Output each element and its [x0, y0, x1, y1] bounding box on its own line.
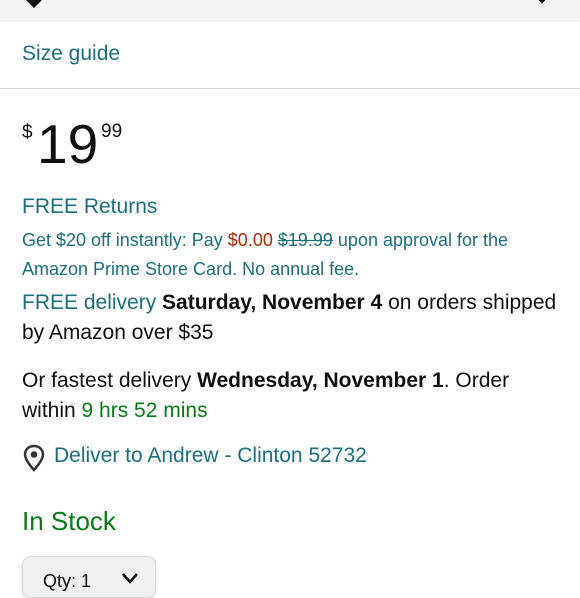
fastest-date: Wednesday, November 1	[197, 369, 444, 392]
partial-icon	[26, 0, 42, 8]
price-symbol: $	[22, 122, 33, 143]
chevron-down-icon	[122, 573, 138, 584]
price-fraction: 99	[101, 121, 123, 142]
promo-text[interactable]: Get $20 off instantly: Pay $0.00 $19.99 …	[22, 226, 552, 284]
deliver-to-label: Deliver to Andrew - Clinton 52732	[54, 444, 367, 467]
promo-prefix: Get $20 off instantly: Pay	[22, 230, 228, 250]
free-delivery-link[interactable]: FREE delivery	[22, 291, 156, 314]
location-pin-icon	[23, 444, 45, 472]
fastest-prefix: Or fastest delivery	[22, 369, 198, 392]
size-guide-link[interactable]: Size guide	[22, 42, 120, 66]
quantity-dropdown[interactable]: Qty: 1	[22, 556, 156, 598]
free-returns-link[interactable]: FREE Returns	[22, 195, 157, 219]
divider	[0, 88, 580, 89]
chevron-down-icon[interactable]	[532, 0, 552, 8]
promo-pay-amount: $0.00	[227, 230, 273, 250]
countdown: 9 hrs 52 mins	[81, 399, 208, 422]
fastest-delivery-info: Or fastest delivery Wednesday, November …	[22, 366, 562, 426]
promo-original-amount: $19.99	[277, 230, 333, 250]
delivery-date: Saturday, November 4	[162, 291, 383, 314]
top-bar	[0, 0, 580, 22]
stock-status: In Stock	[22, 506, 116, 536]
price-whole: 19	[37, 113, 99, 175]
delivery-info: FREE delivery Saturday, November 4 on or…	[22, 288, 562, 348]
quantity-label: Qty: 1	[43, 571, 92, 591]
